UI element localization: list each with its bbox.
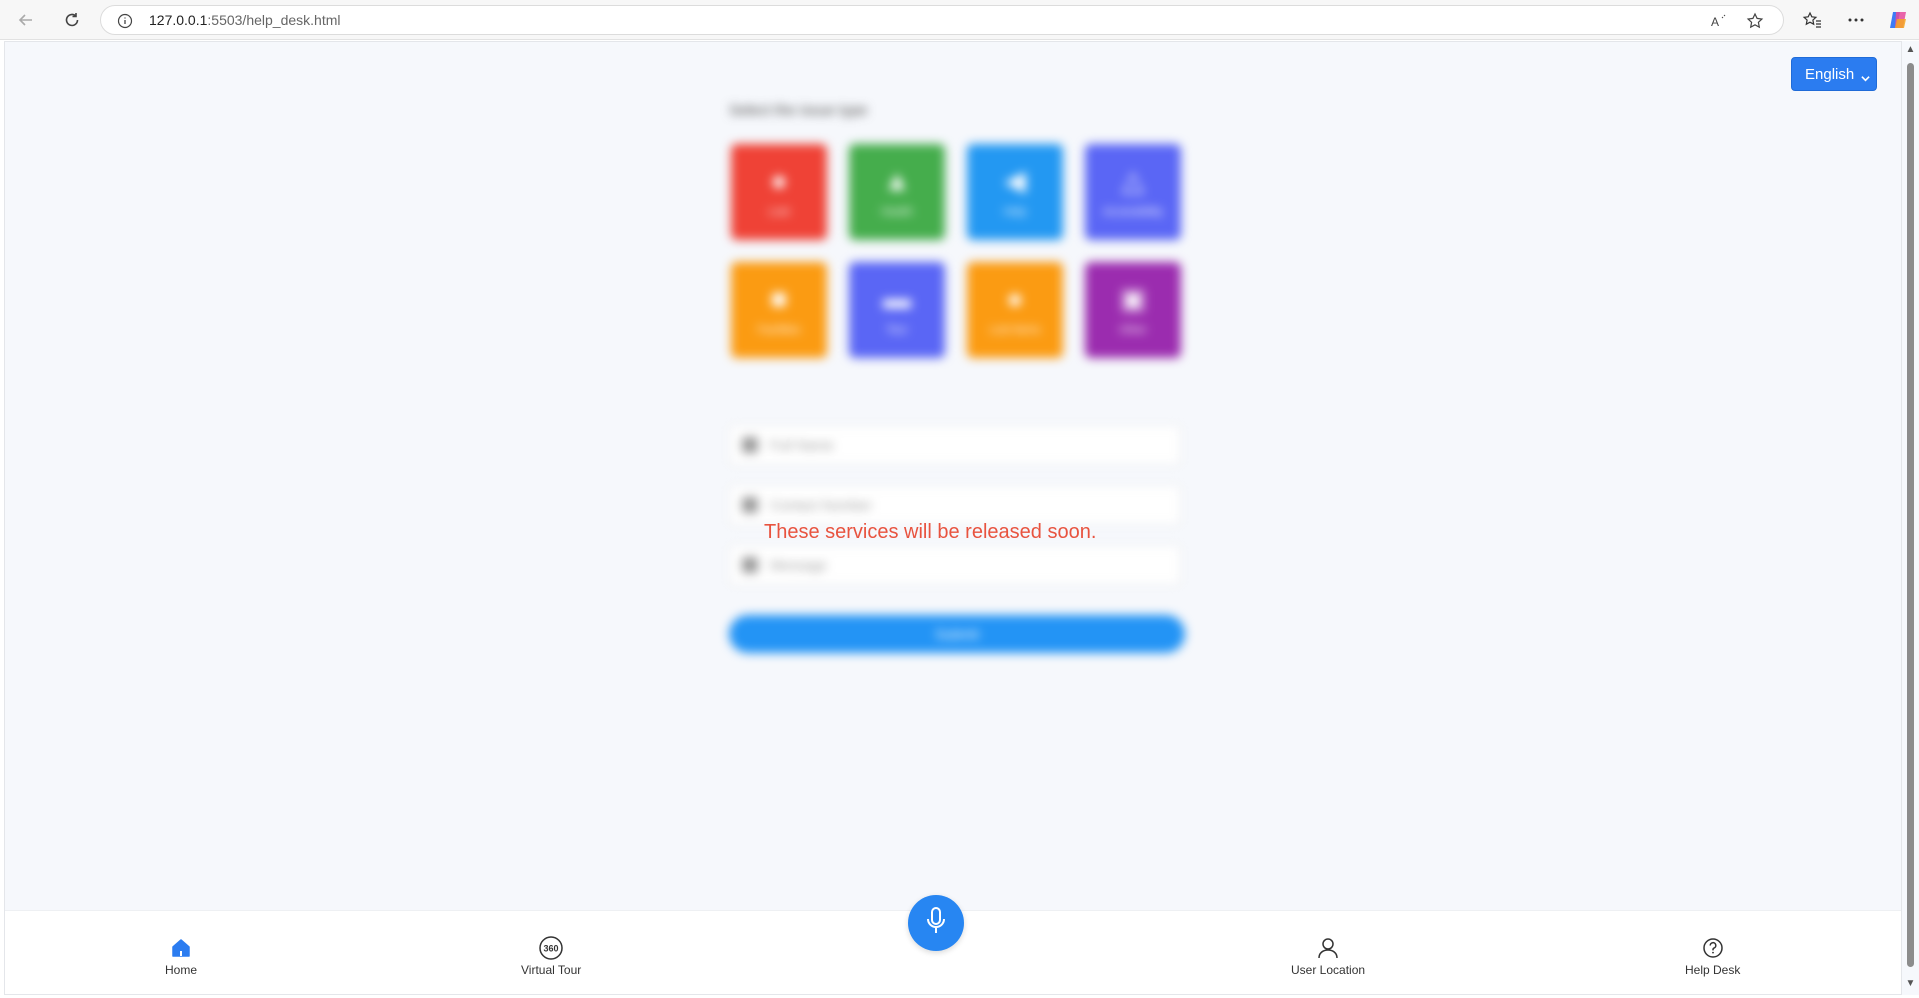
- home-icon: [168, 935, 194, 961]
- refresh-icon[interactable]: [60, 8, 84, 32]
- tile-icon: △: [1122, 165, 1144, 196]
- site-info-icon[interactable]: [115, 11, 135, 31]
- issue-tile[interactable]: ■ Facilities: [731, 262, 827, 358]
- tile-icon: ◀: [1004, 165, 1026, 196]
- nav-virtual-tour-label: Virtual Tour: [521, 963, 582, 977]
- 360-icon-text: 360: [544, 944, 559, 954]
- back-arrow-icon[interactable]: [14, 8, 38, 32]
- name-field-placeholder: Full Name: [770, 437, 834, 453]
- issue-tile[interactable]: △ Accessibility: [1085, 144, 1181, 240]
- tile-label: Tour: [886, 324, 908, 336]
- language-select[interactable]: English: [1791, 57, 1877, 91]
- favorite-star-icon[interactable]: [1745, 11, 1765, 31]
- issue-tile[interactable]: ▬ Tour: [849, 262, 945, 358]
- message-field-placeholder: Message: [770, 557, 827, 573]
- tile-label: Lost Items: [989, 324, 1041, 336]
- svg-text:A: A: [1711, 15, 1719, 29]
- nav-home-label: Home: [165, 963, 198, 977]
- release-notice: These services will be released soon.: [764, 521, 1097, 543]
- tile-label: Facilities: [757, 324, 801, 336]
- scroll-up-icon[interactable]: ▲: [1905, 45, 1916, 55]
- favorites-icon[interactable]: [1800, 8, 1824, 32]
- url-text: 127.0.0.1:5503/help_desk.html: [149, 12, 340, 28]
- microphone-icon: [923, 906, 949, 941]
- phone-field-placeholder: Contact Number: [770, 497, 872, 513]
- user-icon: [742, 437, 758, 453]
- nav-help-desk[interactable]: Help Desk: [1685, 935, 1740, 977]
- microphone-button[interactable]: [908, 895, 964, 951]
- issue-tile[interactable]: ▲ Health: [849, 144, 945, 240]
- url-path: :5503/help_desk.html: [207, 12, 341, 28]
- nav-help-desk-label: Help Desk: [1685, 963, 1741, 977]
- url-host: 127.0.0.1: [149, 12, 208, 28]
- tile-icon: ▲: [883, 165, 911, 196]
- scroll-down-icon[interactable]: ▼: [1905, 979, 1916, 989]
- tile-label: Help: [1003, 206, 1027, 218]
- issue-tile[interactable]: ◀ Help: [967, 144, 1063, 240]
- 360-icon: 360: [538, 935, 564, 961]
- question-icon: [1700, 935, 1726, 961]
- tile-icon: ▬: [883, 283, 911, 314]
- scroll-thumb[interactable]: [1907, 63, 1914, 967]
- message-icon: [742, 557, 758, 573]
- chevron-down-icon: [1861, 70, 1870, 87]
- browser-toolbar: 127.0.0.1:5503/help_desk.html A: [0, 0, 1919, 40]
- tile-label: Accessibility: [1103, 206, 1163, 218]
- instruction-text: Select the issue type: [729, 102, 868, 119]
- message-field[interactable]: Message: [729, 545, 1181, 585]
- tile-icon: ●: [1006, 283, 1024, 314]
- issue-tile[interactable]: ▣ Other: [1085, 262, 1181, 358]
- nav-user-location[interactable]: User Location: [1291, 935, 1365, 977]
- nav-home[interactable]: Home: [165, 935, 197, 977]
- issue-tiles: ● Lost ▲ Health ◀ Help △ Accessibility ■ Faci…: [731, 144, 1181, 358]
- tile-icon: ■: [770, 283, 788, 314]
- bottom-nav: Home 360 Virtual Tour User Location Help…: [5, 895, 1901, 994]
- more-options-icon[interactable]: [1844, 8, 1868, 32]
- nav-user-location-label: User Location: [1291, 963, 1366, 977]
- issue-tile[interactable]: ● Lost Items: [967, 262, 1063, 358]
- tile-icon: ▣: [1119, 283, 1147, 314]
- language-select-value: English: [1805, 65, 1855, 83]
- issue-tile[interactable]: ● Lost: [731, 144, 827, 240]
- read-aloud-icon[interactable]: A: [1709, 11, 1729, 31]
- page-viewport: English Select the issue type ● Lost ▲ Hea…: [4, 41, 1902, 995]
- phone-field[interactable]: Contact Number: [729, 485, 1181, 525]
- address-bar[interactable]: 127.0.0.1:5503/help_desk.html A: [100, 5, 1784, 35]
- tile-icon: ●: [770, 165, 788, 196]
- user-icon: [1315, 935, 1341, 961]
- phone-icon: [742, 497, 758, 513]
- name-field[interactable]: Full Name: [729, 425, 1181, 465]
- blurred-help-form: Select the issue type ● Lost ▲ Health ◀ Hel…: [725, 102, 1185, 662]
- tile-label: Health: [881, 206, 913, 218]
- nav-virtual-tour[interactable]: 360 Virtual Tour: [521, 935, 581, 977]
- copilot-icon[interactable]: [1886, 8, 1910, 32]
- vertical-scrollbar[interactable]: ▲ ▼: [1902, 41, 1919, 995]
- submit-button[interactable]: Submit: [729, 615, 1185, 653]
- tile-label: Lost: [768, 206, 790, 218]
- tile-label: Other: [1119, 324, 1147, 336]
